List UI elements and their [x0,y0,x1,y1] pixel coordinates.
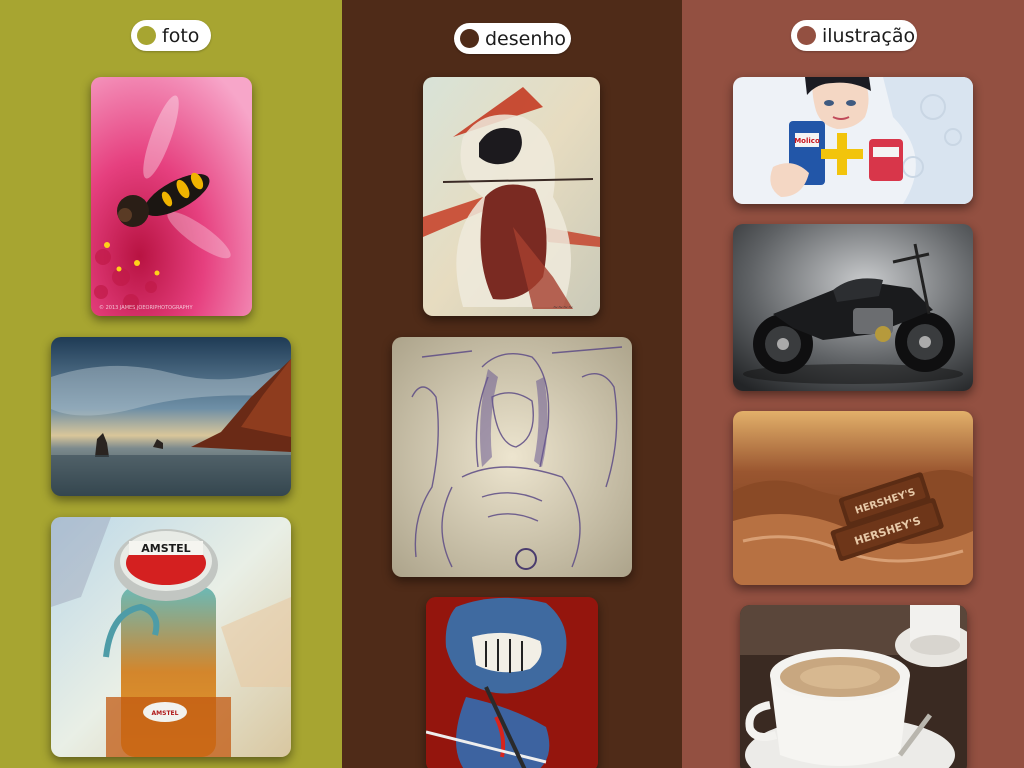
category-dot-icon [137,26,156,45]
bottle-cap-brand-text: AMSTEL [141,542,190,555]
photo-watermark-text: © 2013 JAMES JOEORIPHOTOGRAPHY [99,304,193,311]
bottle-label-brand-text: AMSTEL [152,710,179,717]
yogurt-brand-text: Molico [794,137,820,145]
gallery-item-photo-coast-sea[interactable] [51,337,291,496]
category-label-ilustracao: ilustração [822,24,916,47]
gallery-item-illustration-chocolate[interactable]: HERSHEY'S HERSHEY'S [733,411,973,585]
category-filter-foto[interactable]: foto [131,20,211,51]
category-dot-icon [460,29,479,48]
gallery-item-drawing-barbarian-sketch[interactable] [392,337,632,577]
gallery-item-photo-amstel-bottle[interactable]: AMSTEL AMSTEL [51,517,291,757]
column-desenho: desenho ~~~~ [342,0,682,768]
gallery-item-photo-bee-flower[interactable]: © 2013 JAMES JOEORIPHOTOGRAPHY [91,77,252,316]
gallery-item-drawing-samurai[interactable]: ~~~~ [423,77,600,316]
gallery-item-drawing-blue-monster[interactable] [426,597,598,768]
category-filter-ilustracao[interactable]: ilustração [791,20,917,51]
category-dot-icon [797,26,816,45]
category-label-foto: foto [162,24,200,47]
column-foto: foto © 2013 JAMES JOEORIPHOTOGRAPHY AMST… [0,0,342,768]
gallery-item-illustration-coffee-cup[interactable] [740,605,967,768]
column-ilustracao: ilustração Molico HERSHEY'S HERSHEY'S [682,0,1024,768]
category-filter-desenho[interactable]: desenho [454,23,571,54]
gallery-item-illustration-motorcycle[interactable] [733,224,973,391]
gallery-item-illustration-yogurt-ad[interactable]: Molico [733,77,973,204]
category-label-desenho: desenho [485,27,567,50]
svg-text:~~~~: ~~~~ [553,304,573,311]
